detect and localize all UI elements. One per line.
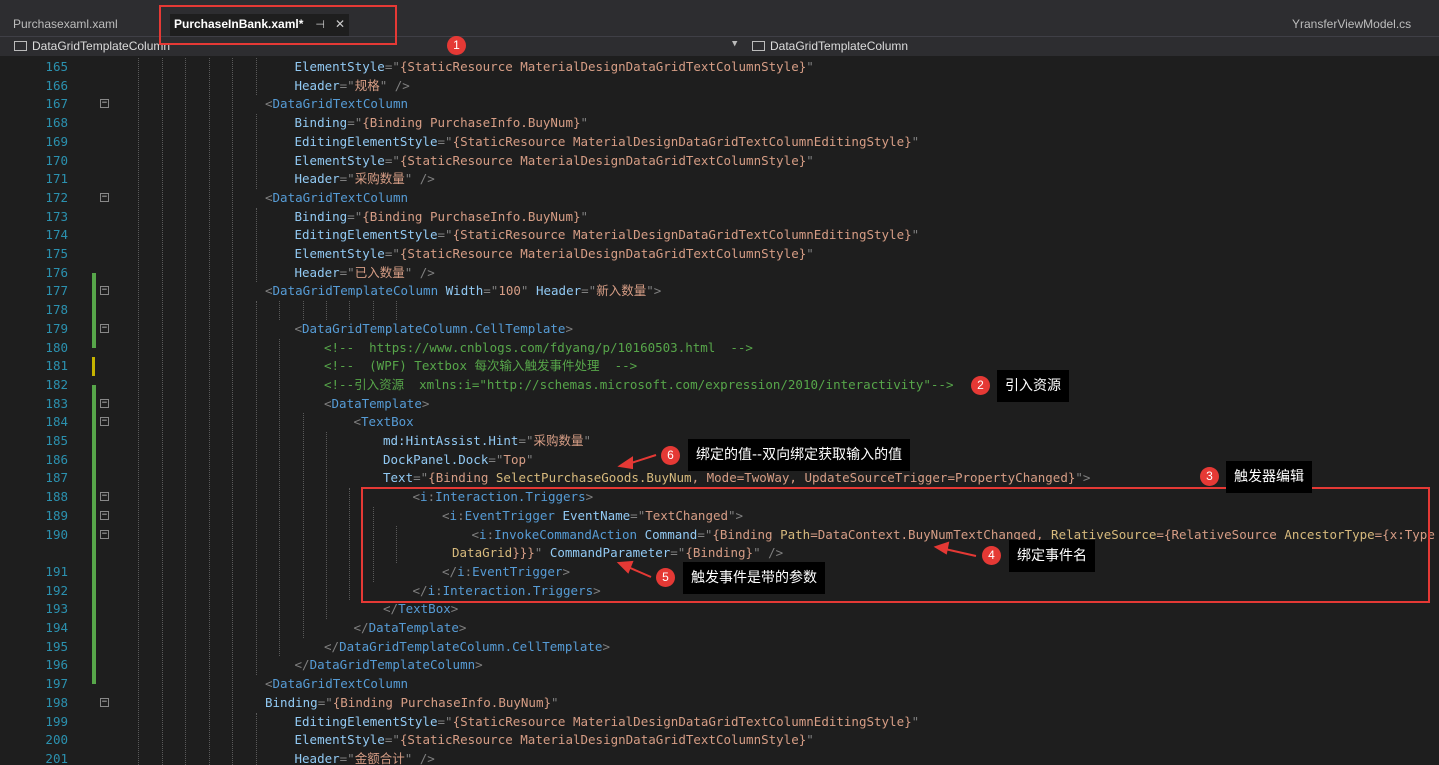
arrow-5-head (616, 560, 634, 574)
arrow-5 (627, 566, 652, 578)
arrow-6-head (617, 456, 633, 470)
arrow-4-head (933, 541, 950, 555)
annotation-arrows (616, 454, 977, 578)
arrow-4 (944, 548, 977, 557)
